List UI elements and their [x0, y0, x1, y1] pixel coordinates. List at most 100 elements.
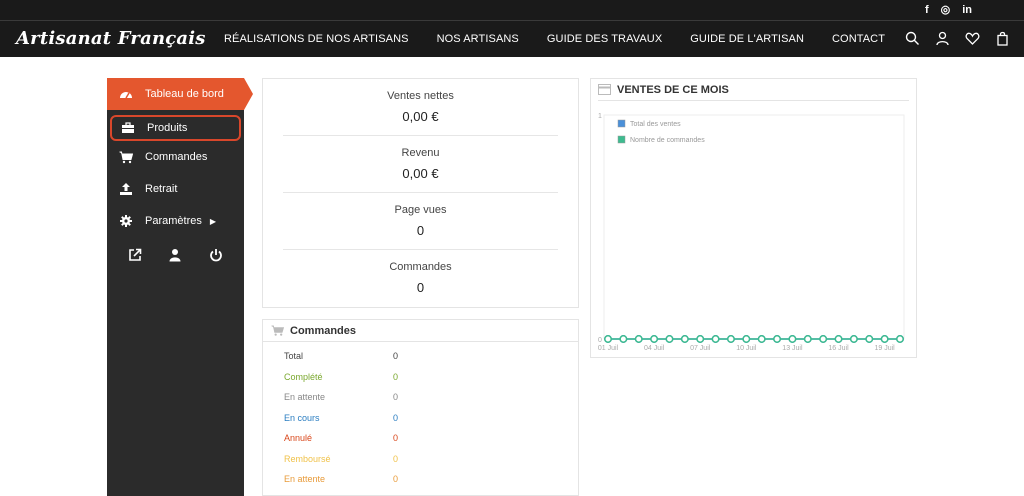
- order-status-label: Complété: [284, 371, 323, 382]
- legend-swatch: [617, 119, 626, 128]
- x-tick-label: 19 Juil: [875, 345, 896, 352]
- power-icon[interactable]: [209, 248, 223, 262]
- data-point: [865, 335, 874, 343]
- sidebar-item-tableau-de-bord[interactable]: Tableau de bord: [107, 78, 253, 110]
- linkedin-icon[interactable]: in: [962, 3, 972, 17]
- data-point: [773, 335, 782, 343]
- nav-artisans[interactable]: NOS ARTISANS: [437, 33, 519, 45]
- order-status-count: 0: [393, 474, 399, 485]
- x-tick-label: 04 Juil: [644, 345, 665, 352]
- caret-right-icon: ▶: [209, 216, 217, 226]
- upload-icon: [119, 182, 133, 196]
- sidebar-item-parametres[interactable]: Paramètres ▶: [107, 205, 244, 237]
- data-point: [819, 335, 828, 343]
- stat-label: Commandes: [389, 261, 452, 273]
- legend-label: Total des ventes: [630, 121, 681, 128]
- stat-label: Ventes nettes: [387, 90, 454, 102]
- nav-guide-travaux[interactable]: GUIDE DES TRAVAUX: [547, 33, 662, 45]
- external-link-icon[interactable]: [128, 248, 142, 262]
- x-tick-label: 07 Juil: [690, 345, 711, 352]
- orders-panel-header: Commandes: [263, 320, 578, 342]
- data-point: [650, 335, 659, 343]
- sidebar-item-produits[interactable]: Produits: [110, 115, 241, 141]
- legend-swatch: [617, 135, 626, 144]
- order-status-row: Remboursé 0: [263, 449, 578, 470]
- sidebar-item-label: Retrait: [145, 183, 178, 195]
- x-tick-label: 16 Juil: [828, 345, 849, 352]
- user-icon[interactable]: [168, 248, 182, 262]
- y-tick-label: 1: [598, 113, 602, 120]
- order-status-label: Annulé: [284, 433, 313, 444]
- nav-icons: [905, 31, 1010, 46]
- dashboard-sidebar: Tableau de bord Produits Commandes Retra…: [107, 78, 253, 496]
- user-icon[interactable]: [935, 31, 950, 46]
- main-navbar: Artisanat Français RÉALISATIONS DE NOS A…: [0, 20, 1024, 57]
- order-status-label: En attente: [284, 392, 326, 403]
- data-point: [665, 335, 674, 343]
- data-point: [788, 335, 797, 343]
- site-logo[interactable]: Artisanat Français: [16, 28, 206, 49]
- stat-value: 0: [416, 280, 425, 295]
- stat-value: 0: [416, 223, 425, 238]
- facebook-icon[interactable]: f: [925, 3, 929, 17]
- order-status-row: Annulé 0: [263, 428, 578, 449]
- stats-panel: Ventes nettes 0,00 € Revenu 0,00 € Page …: [262, 78, 579, 308]
- stat-ventes-nettes: Ventes nettes 0,00 €: [283, 79, 558, 136]
- stat-value: 0,00 €: [402, 109, 439, 124]
- order-status-label: En attente: [284, 474, 326, 485]
- data-point: [834, 335, 843, 343]
- x-tick-label: 13 Juil: [782, 345, 803, 352]
- stat-value: 0,00 €: [402, 166, 439, 181]
- stat-commandes: Commandes 0: [283, 250, 558, 307]
- nav-links: RÉALISATIONS DE NOS ARTISANS NOS ARTISAN…: [224, 33, 885, 45]
- order-status-label: En cours: [284, 412, 320, 423]
- heart-icon[interactable]: [965, 31, 980, 46]
- chart-panel-header: VENTES DE CE MOIS: [598, 79, 909, 101]
- order-status-count: 0: [393, 371, 399, 382]
- data-point: [619, 335, 628, 343]
- order-status-count: 0: [393, 433, 399, 444]
- x-tick-label: 10 Juil: [736, 345, 757, 352]
- briefcase-icon: [121, 121, 135, 135]
- search-icon[interactable]: [905, 31, 920, 46]
- stat-label: Revenu: [401, 147, 440, 159]
- data-point: [604, 335, 612, 343]
- social-links: f ◎ in: [925, 3, 972, 17]
- data-point: [711, 335, 720, 343]
- sidebar-bottom-actions: [107, 241, 244, 269]
- nav-guide-artisan[interactable]: GUIDE DE L'ARTISAN: [690, 33, 804, 45]
- order-status-row: En cours 0: [263, 408, 578, 429]
- order-status-row: Complété 0: [263, 367, 578, 388]
- data-point: [896, 335, 904, 343]
- data-point: [634, 335, 643, 343]
- monthly-sales-panel: VENTES DE CE MOIS 0 1 Total des ventes Nomb…: [590, 78, 917, 358]
- orders-panel: Commandes Total 0 Complété 0 En attente 0 En c…: [262, 319, 579, 496]
- order-status-count: 0: [393, 453, 399, 464]
- data-point: [680, 335, 689, 343]
- sidebar-item-label: Tableau de bord: [145, 88, 224, 100]
- order-status-count: 0: [393, 351, 399, 362]
- sidebar-item-retrait[interactable]: Retrait: [107, 173, 244, 205]
- plot-area: [603, 114, 905, 340]
- cart-icon: [271, 325, 285, 336]
- data-point: [757, 335, 766, 343]
- data-point: [742, 335, 751, 343]
- y-tick-label: 0: [598, 337, 602, 344]
- dashboard-icon: [119, 87, 133, 101]
- data-point: [726, 335, 735, 343]
- stat-page-vues: Page vues 0: [283, 193, 558, 250]
- order-status-label: Remboursé: [284, 453, 331, 464]
- order-status-row: Total 0: [263, 346, 578, 367]
- sidebar-item-label: Produits: [147, 122, 188, 134]
- stat-revenu: Revenu 0,00 €: [283, 136, 558, 193]
- order-status-row: En attente 0: [263, 387, 578, 408]
- order-status-row: En attente 0: [263, 469, 578, 490]
- bag-icon[interactable]: [995, 31, 1010, 46]
- sidebar-item-commandes[interactable]: Commandes: [107, 141, 244, 173]
- data-point: [696, 335, 705, 343]
- nav-realisations[interactable]: RÉALISATIONS DE NOS ARTISANS: [224, 33, 409, 45]
- data-point: [880, 335, 889, 343]
- instagram-icon[interactable]: ◎: [941, 3, 951, 17]
- sidebar-item-label: Commandes: [145, 151, 208, 163]
- nav-contact[interactable]: CONTACT: [832, 33, 885, 45]
